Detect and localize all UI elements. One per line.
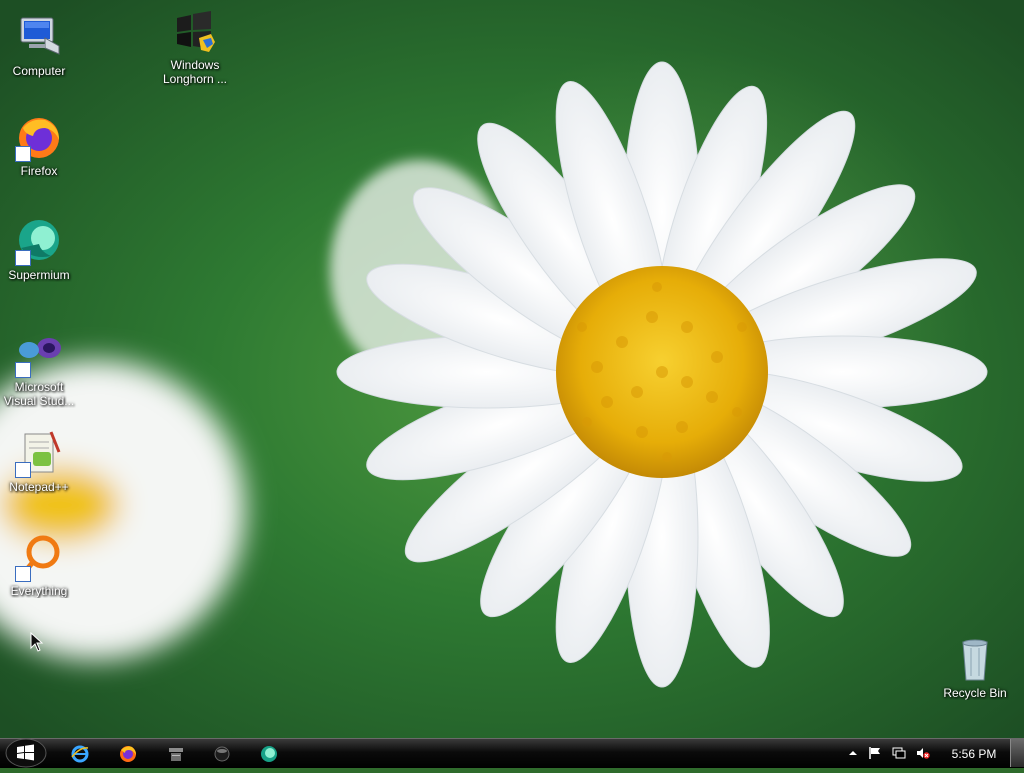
supermium-icon bbox=[15, 218, 63, 266]
daisy-wallpaper-image bbox=[0, 61, 988, 688]
server-icon bbox=[169, 748, 183, 761]
show-hidden-icons-arrow bbox=[849, 751, 857, 755]
firefox-icon bbox=[15, 114, 63, 162]
desktop-icon-label: Firefox bbox=[20, 164, 58, 178]
volume-button[interactable] bbox=[916, 746, 930, 760]
start-button[interactable] bbox=[4, 738, 48, 768]
desktop-icon-label: Everything bbox=[10, 584, 68, 598]
desktop-icon-label: Computer bbox=[12, 64, 66, 78]
windows-orb-icon bbox=[5, 738, 47, 768]
volume-muted-icon bbox=[917, 748, 930, 759]
desktop-icon-label: Recycle Bin bbox=[943, 686, 1007, 700]
taskbar-server[interactable] bbox=[166, 745, 186, 763]
taskbar-media-player[interactable] bbox=[212, 745, 232, 763]
desktop-icon-windows-longhorn[interactable]: Windows Longhorn ... bbox=[156, 8, 234, 86]
shortcut-arrow-icon bbox=[15, 250, 31, 266]
desktop-icon-everything[interactable]: Everything bbox=[0, 534, 78, 598]
desktop-icon-label: Microsoft Visual Stud... bbox=[3, 380, 75, 408]
desktop-icon-supermium[interactable]: Supermium bbox=[0, 218, 78, 282]
taskbar-firefox[interactable] bbox=[118, 745, 138, 763]
network-icon bbox=[892, 747, 906, 759]
desktop-wallpaper bbox=[0, 0, 1024, 738]
visual-studio-icon bbox=[15, 330, 63, 378]
shortcut-arrow-icon bbox=[15, 566, 31, 582]
desktop-icon-firefox[interactable]: Firefox bbox=[0, 114, 78, 178]
computer-icon bbox=[15, 14, 63, 62]
windows-flag-icon bbox=[171, 8, 219, 56]
shortcut-arrow-icon bbox=[15, 362, 31, 378]
network-button[interactable] bbox=[892, 746, 906, 760]
show-desktop-button[interactable] bbox=[1010, 739, 1024, 767]
notepad-plus-plus-icon bbox=[15, 430, 63, 478]
firefox-icon bbox=[120, 746, 136, 762]
supermium-icon bbox=[261, 746, 277, 762]
internet-explorer-icon bbox=[71, 745, 89, 763]
taskbar-supermium[interactable] bbox=[259, 745, 279, 763]
shortcut-arrow-icon bbox=[15, 462, 31, 478]
action-center-flag-icon bbox=[869, 747, 880, 759]
mouse-cursor-icon bbox=[30, 632, 44, 652]
taskbar-internet-explorer[interactable] bbox=[70, 745, 90, 763]
desktop-icon-label: Supermium bbox=[8, 268, 70, 282]
action-center-button[interactable] bbox=[868, 746, 882, 760]
desktop-icon-notepad-plus-plus[interactable]: Notepad++ bbox=[0, 430, 78, 494]
everything-search-icon bbox=[15, 534, 63, 582]
shortcut-arrow-icon bbox=[15, 146, 31, 162]
recycle-bin-icon bbox=[951, 636, 999, 684]
desktop-icon-recycle-bin[interactable]: Recycle Bin bbox=[936, 636, 1014, 700]
taskbar-clock[interactable]: 5:56 PM bbox=[944, 746, 1004, 762]
desktop-icon-computer[interactable]: Computer bbox=[0, 14, 78, 78]
desktop-icon-label: Notepad++ bbox=[9, 480, 69, 494]
desktop-icon-label: Windows Longhorn ... bbox=[162, 58, 228, 86]
show-hidden-icons-button[interactable] bbox=[846, 746, 860, 760]
media-player-icon bbox=[214, 746, 230, 762]
desktop-icon-visual-studio[interactable]: Microsoft Visual Stud... bbox=[0, 330, 78, 408]
